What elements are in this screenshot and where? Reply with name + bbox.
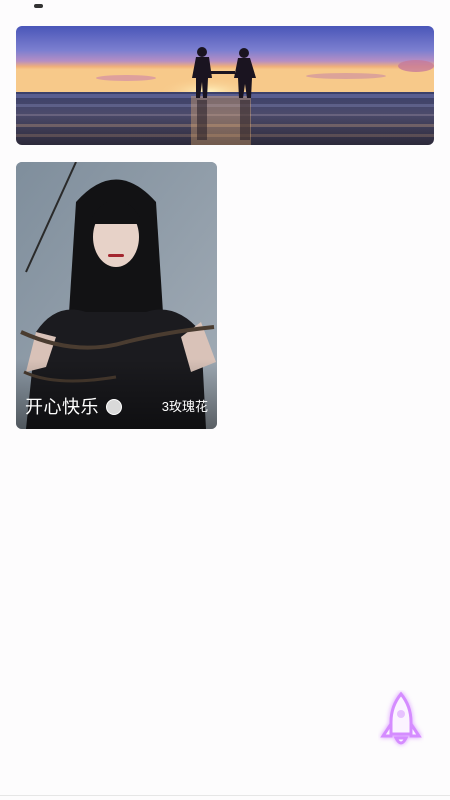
card-shade [16,359,217,429]
rocket-button[interactable] [378,690,424,752]
banner-image[interactable] [16,26,434,145]
status-indicator [34,4,43,8]
user-name: 开心快乐 [25,397,99,417]
page: 开心快乐 3玫瑰花 [0,0,450,800]
online-status-dot [106,399,122,415]
bottom-divider [0,795,450,796]
rocket-icon [380,691,422,745]
user-card[interactable]: 开心快乐 3玫瑰花 [16,162,217,429]
gift-count: 3玫瑰花 [161,399,208,414]
beach-sunset-image [16,26,434,145]
user-name-row: 开心快乐 [25,396,122,418]
